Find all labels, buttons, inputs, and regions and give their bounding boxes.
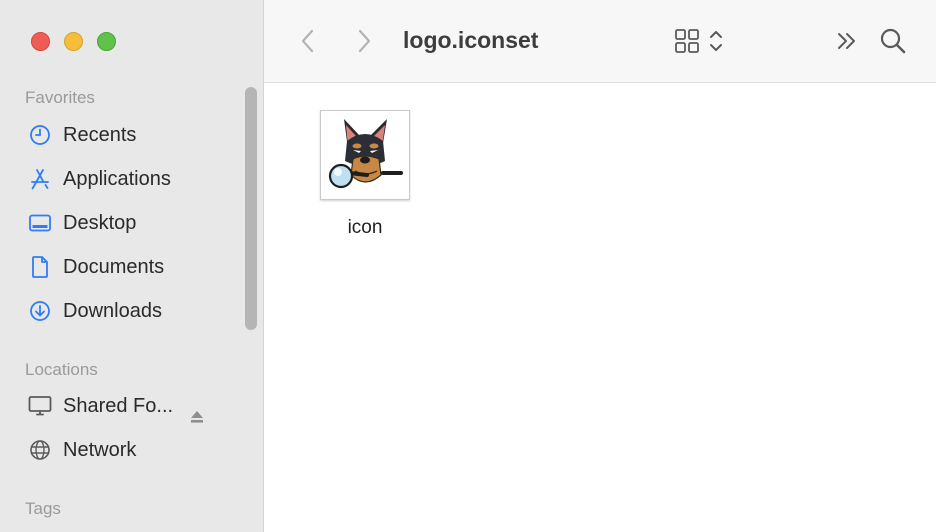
- sidebar-item-recents[interactable]: Recents: [28, 119, 238, 151]
- sidebar-item-label: Applications: [63, 167, 171, 190]
- double-chevron-right-icon: [838, 33, 855, 49]
- sidebar-item-label: Network: [63, 438, 137, 461]
- chevron-left-icon: [301, 29, 314, 53]
- search-icon: [880, 28, 906, 54]
- eject-icon[interactable]: [189, 409, 205, 425]
- sidebar-item-label: Shared Fo...: [63, 394, 174, 417]
- file-browser-content: icon: [264, 83, 936, 532]
- toolbar: logo.iconset: [264, 0, 936, 83]
- locations-section-title: Locations: [25, 360, 98, 379]
- file-thumbnail: [320, 110, 410, 200]
- close-button[interactable]: [31, 32, 50, 51]
- minimize-button[interactable]: [64, 32, 83, 51]
- sidebar-item-shared-folder[interactable]: Shared Fo...: [28, 390, 238, 422]
- chevron-right-icon: [358, 29, 371, 53]
- sidebar: Favorites Recents Applications Desktop D…: [0, 0, 264, 532]
- sidebar-item-downloads[interactable]: Downloads: [28, 295, 238, 327]
- sidebar-item-network[interactable]: Network: [28, 434, 238, 466]
- chevron-updown-icon: [710, 31, 722, 51]
- window-controls: [31, 32, 116, 51]
- sidebar-item-applications[interactable]: Applications: [28, 163, 238, 195]
- back-button[interactable]: [296, 26, 320, 56]
- sidebar-item-label: Desktop: [63, 211, 137, 234]
- display-icon: [28, 394, 52, 418]
- search-button[interactable]: [878, 26, 908, 56]
- file-name-label: icon: [347, 217, 383, 238]
- clock-icon: [28, 123, 52, 147]
- sidebar-scrollbar[interactable]: [245, 87, 257, 330]
- finder-window: Favorites Recents Applications Desktop D…: [0, 0, 936, 532]
- tags-section-title: Tags: [25, 499, 61, 518]
- globe-icon: [28, 438, 52, 462]
- desktop-icon: [28, 211, 52, 235]
- forward-button[interactable]: [352, 26, 376, 56]
- grid-view-icon: [675, 29, 699, 53]
- sidebar-item-label: Documents: [63, 255, 165, 278]
- sidebar-item-desktop[interactable]: Desktop: [28, 207, 238, 239]
- file-item[interactable]: icon: [320, 110, 410, 239]
- applications-icon: [28, 167, 52, 191]
- sidebar-item-label: Recents: [63, 123, 137, 146]
- favorites-section-title: Favorites: [25, 88, 95, 107]
- view-options-button[interactable]: [668, 26, 730, 56]
- doberman-magnifier-logo-icon: [328, 119, 403, 189]
- sidebar-item-label: Downloads: [63, 299, 162, 322]
- window-title: logo.iconset: [403, 27, 539, 53]
- document-icon: [28, 255, 52, 279]
- download-icon: [28, 299, 52, 323]
- more-toolbar-button[interactable]: [834, 27, 860, 55]
- sidebar-item-documents[interactable]: Documents: [28, 251, 238, 283]
- zoom-button[interactable]: [97, 32, 116, 51]
